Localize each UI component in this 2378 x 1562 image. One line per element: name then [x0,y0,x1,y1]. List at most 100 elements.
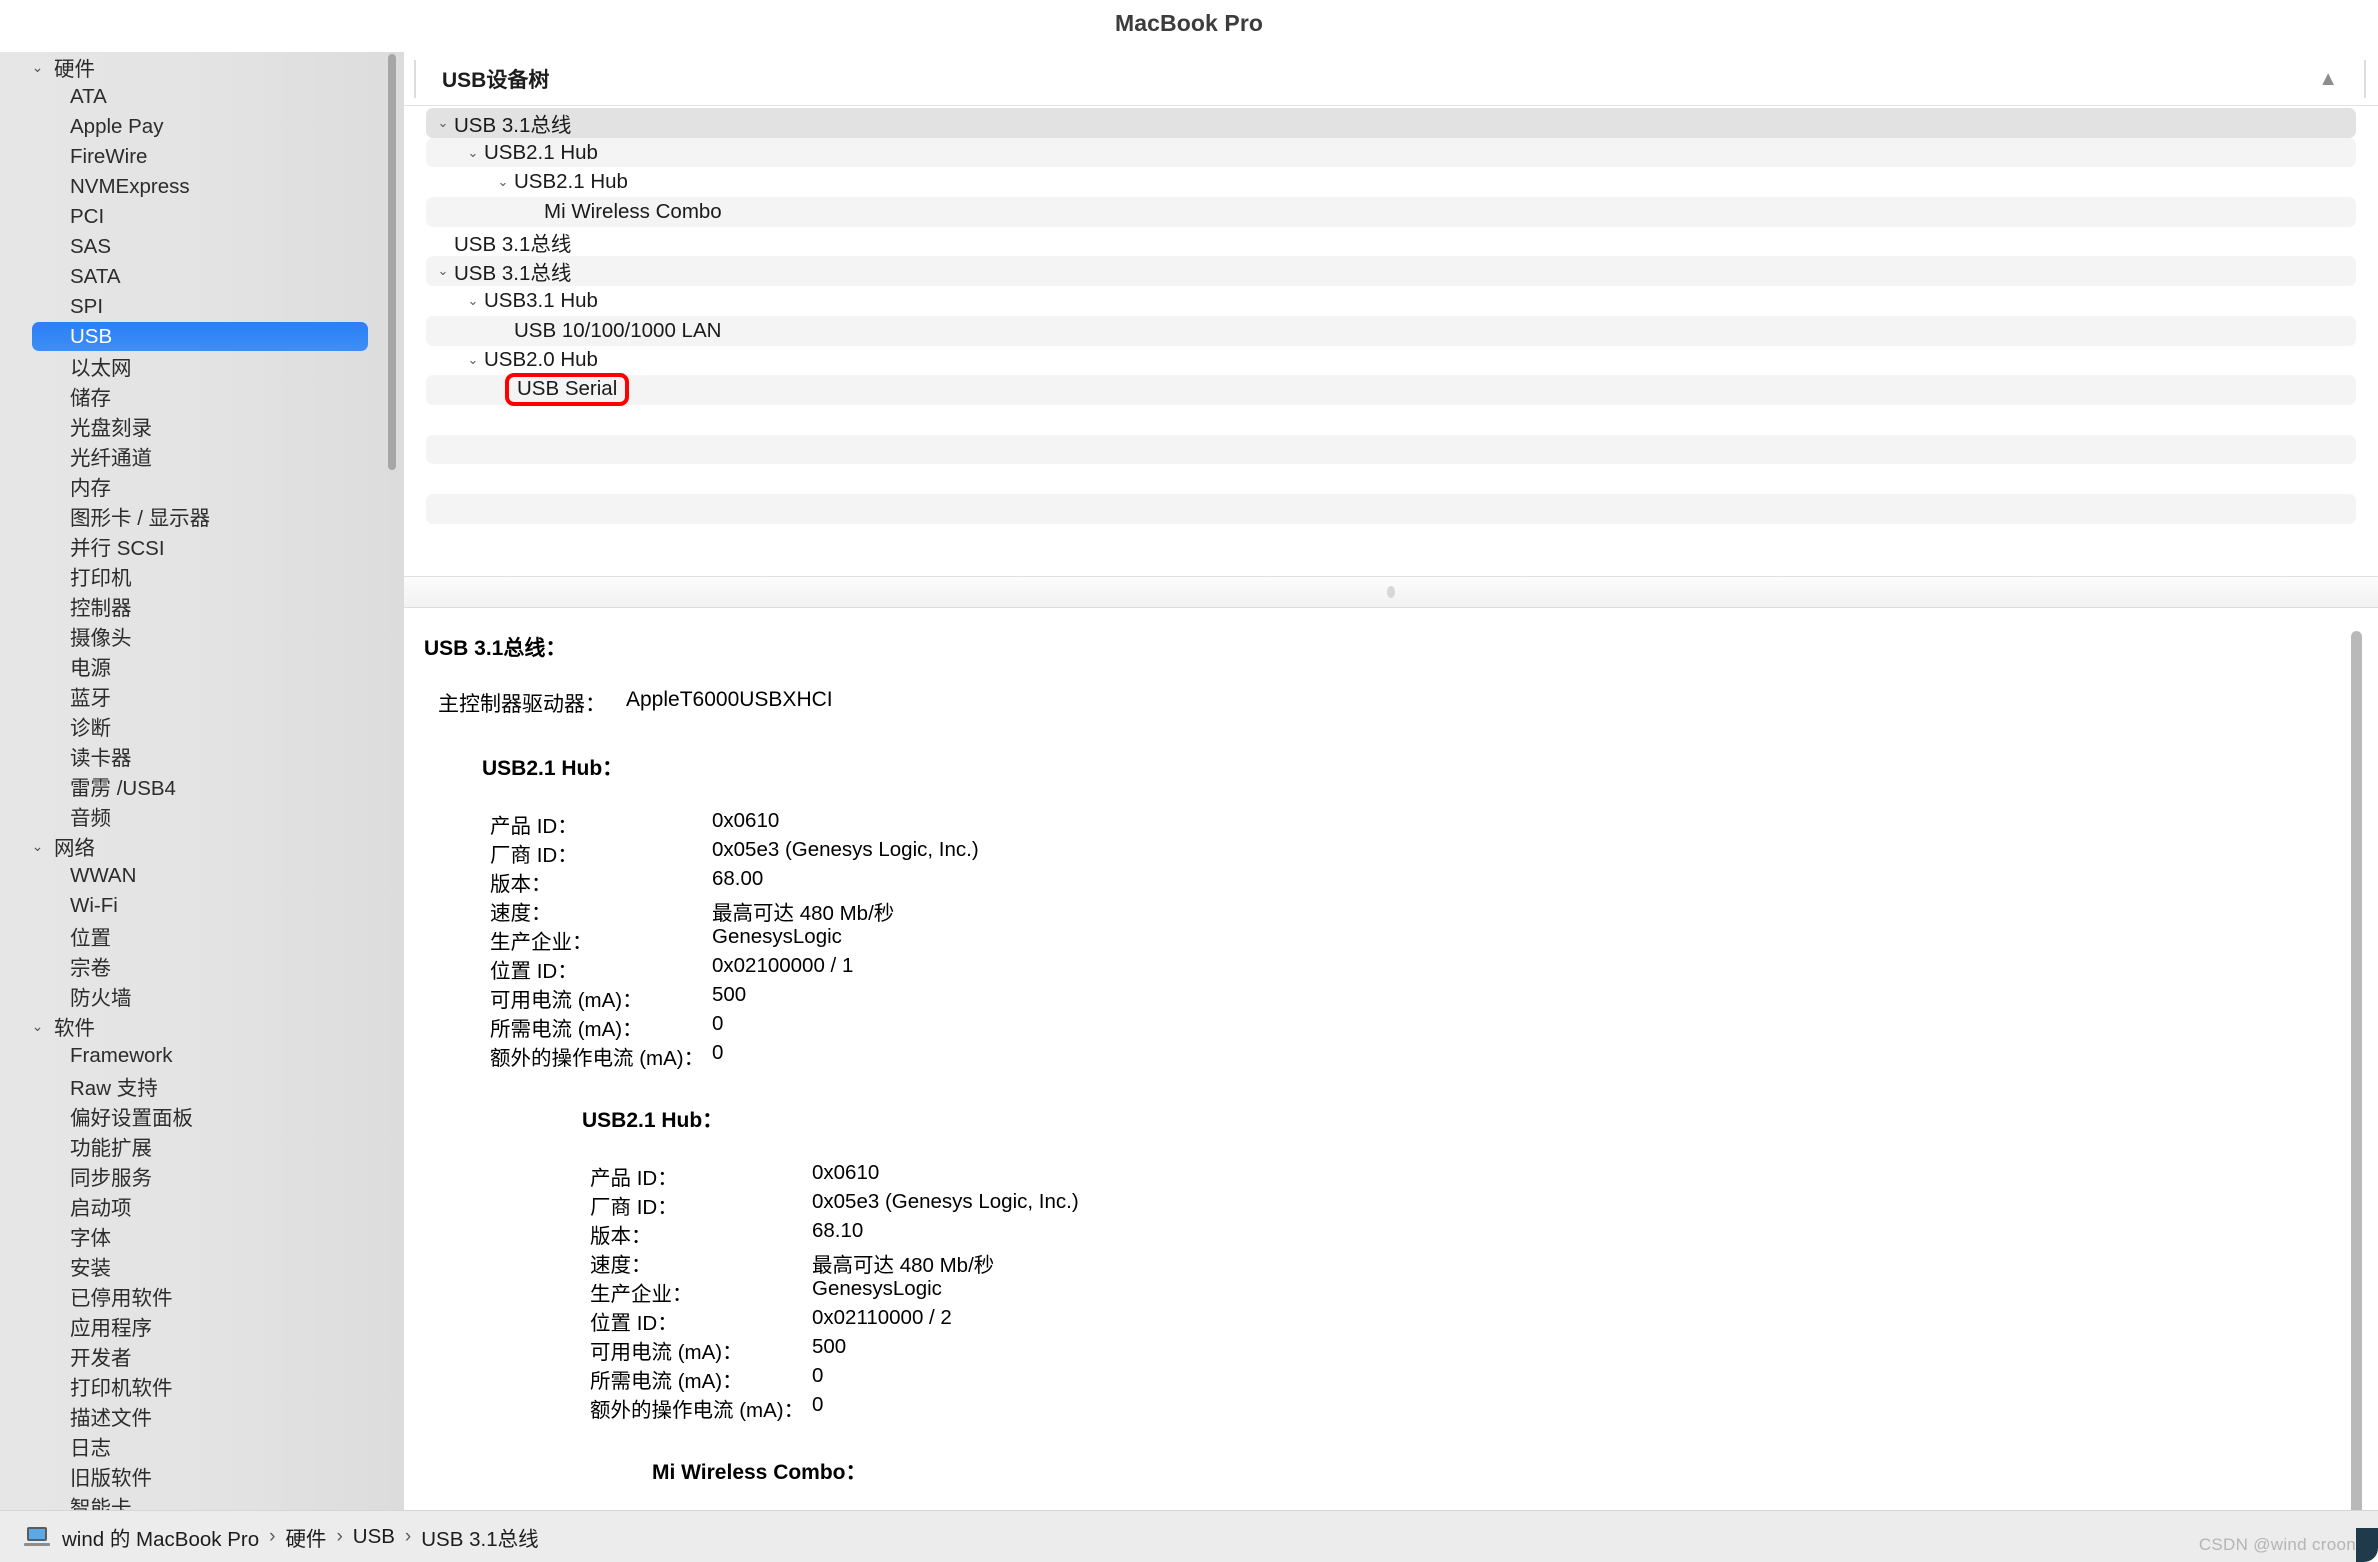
tree-row[interactable]: ⌄ USB3.1 Hub [426,286,2356,316]
detail-property-row: 所需电流 (mA)： 0 [490,1012,2378,1041]
sidebar-item-[interactable]: 偏好设置面板 [0,1101,404,1131]
sidebar-item-wwan[interactable]: WWAN [0,861,404,891]
sidebar-item-apple-pay[interactable]: Apple Pay [0,112,404,142]
sidebar-item-[interactable]: 诊断 [0,711,404,741]
chevron-up-icon[interactable]: ▲ [2318,69,2338,89]
sidebar-item-firewire[interactable]: FireWire [0,142,404,172]
detail-property-value: 0x0610 [812,1161,880,1184]
tree-row[interactable]: ⌄ USB2.1 Hub [426,137,2356,168]
sidebar-item-[interactable]: 打印机软件 [0,1371,404,1401]
sidebar-item-[interactable]: 防火墙 [0,981,404,1011]
sidebar-item-raw[interactable]: Raw 支持 [0,1071,404,1101]
sidebar-item-[interactable]: 读卡器 [0,741,404,771]
sidebar-item-[interactable]: 功能扩展 [0,1131,404,1161]
sidebar-item-nvmexpress[interactable]: NVMExpress [0,172,404,202]
detail-property-value: 68.00 [712,867,764,890]
detail-host-controller-key: 主控制器驱动器： [438,693,606,716]
sidebar-item-[interactable]: 开发者 [0,1341,404,1371]
tree-row[interactable]: Mi Wireless Combo [426,197,2356,227]
sidebar-item-[interactable]: 储存 [0,381,404,411]
breadcrumb-item[interactable]: USB 3.1总线 [421,1522,538,1552]
chevron-down-icon[interactable]: ⌄ [462,145,484,161]
sidebar-group-0[interactable]: ⌄ 硬件 [0,52,404,82]
sidebar-group-1[interactable]: ⌄ 网络 [0,831,404,861]
sidebar-item-[interactable]: 光盘刻录 [0,411,404,441]
macbook-icon [24,1527,50,1546]
tree-row[interactable]: USB 3.1总线 [426,227,2356,257]
chevron-down-icon[interactable]: ⌄ [462,352,484,368]
sidebar-item-[interactable]: 启动项 [0,1191,404,1221]
sidebar-item-[interactable]: 内存 [0,471,404,501]
sidebar-item-sas[interactable]: SAS [0,232,404,262]
sidebar-item-[interactable]: 摄像头 [0,621,404,651]
detail-property-row: 版本： 68.10 [590,1219,2378,1248]
tree-row[interactable]: USB 10/100/1000 LAN [426,315,2356,346]
pane-splitter[interactable] [404,576,2378,608]
sidebar-item-ata[interactable]: ATA [0,82,404,112]
sidebar-item-[interactable]: 电源 [0,651,404,681]
detail-property-value: 最高可达 480 Mb/秒 [812,1254,995,1277]
chevron-down-icon[interactable]: ⌄ [432,263,454,279]
chevron-down-icon[interactable]: ⌄ [28,1018,47,1035]
sidebar-item-framework[interactable]: Framework [0,1041,404,1071]
sidebar-item-[interactable]: 打印机 [0,561,404,591]
breadcrumb-item[interactable]: USB [353,1525,395,1549]
breadcrumb-bar: wind 的 MacBook Pro › 硬件 › USB › USB 3.1总线 CSDN… [0,1510,2378,1562]
sidebar-item-label: 以太网 [70,357,132,380]
sidebar-item-scsi[interactable]: 并行 SCSI [0,531,404,561]
detail-block: USB2.1 Hub： 产品 ID： 0x0610 厂商 ID： 0x05e3 (Gen… [582,1104,2378,1422]
window-title: MacBook Pro [1114,10,1264,36]
tree-row[interactable]: ⌄ USB2.1 Hub [426,167,2356,197]
sidebar-item-[interactable]: 图形卡 / 显示器 [0,501,404,531]
sidebar-group-2[interactable]: ⌄ 软件 [0,1011,404,1041]
sidebar-item-[interactable]: 以太网 [0,351,404,381]
sidebar-item-[interactable]: 宗卷 [0,951,404,981]
sidebar-item-label: ATA [70,85,107,108]
chevron-down-icon[interactable]: ⌄ [28,838,47,855]
sidebar-item-[interactable]: 字体 [0,1221,404,1251]
sidebar-item-[interactable]: 蓝牙 [0,681,404,711]
sidebar-item-[interactable]: 光纤通道 [0,441,404,471]
sidebar-item-[interactable]: 同步服务 [0,1161,404,1191]
detail-property-value: 0x0610 [712,809,780,832]
sidebar-item-label: PCI [70,205,105,228]
chevron-down-icon[interactable]: ⌄ [492,174,514,190]
breadcrumb-item[interactable]: wind 的 MacBook Pro [62,1522,259,1552]
breadcrumb-item[interactable]: 硬件 [285,1522,326,1552]
sidebar-item-[interactable]: 音频 [0,801,404,831]
sidebar-item-label: SPI [70,295,104,318]
chevron-down-icon[interactable]: ⌄ [462,293,484,309]
sidebar-item-spi[interactable]: SPI [0,292,404,322]
sidebar-item-[interactable]: 安装 [0,1251,404,1281]
header-left-divider [414,59,416,98]
sidebar-item-[interactable]: 应用程序 [0,1311,404,1341]
sidebar-item-pci[interactable]: PCI [0,202,404,232]
sidebar-item-usb[interactable]: USB [32,322,368,351]
tree-row-empty [426,493,2356,524]
sidebar-item-[interactable]: 旧版软件 [0,1461,404,1491]
sidebar-item-label: 旧版软件 [70,1467,152,1490]
tree-row[interactable]: ⌄ USB2.0 Hub [426,346,2356,376]
tree-row[interactable]: ⌄ USB 3.1总线 [426,256,2356,287]
detail-property-value: 0x02110000 / 2 [812,1306,952,1329]
sidebar-scrollbar[interactable] [388,54,396,470]
sidebar-item-usb4[interactable]: 雷雳 /USB4 [0,771,404,801]
chevron-down-icon[interactable]: ⌄ [28,59,47,76]
sidebar-item-label: 同步服务 [70,1167,152,1190]
chevron-down-icon[interactable]: ⌄ [432,115,454,131]
sidebar-item-[interactable]: 已停用软件 [0,1281,404,1311]
sidebar-item-[interactable]: 控制器 [0,591,404,621]
sidebar-item-sata[interactable]: SATA [0,262,404,292]
tree-row[interactable]: ⌄ USB 3.1总线 [426,108,2356,138]
sidebar-item-[interactable]: 描述文件 [0,1401,404,1431]
detail-scrollbar[interactable] [2351,631,2362,1510]
tree-row-label: USB 3.1总线 [454,232,572,256]
system-information-window: MacBook Pro ⌄ 硬件 ATA Apple Pay FireWire NVMEx… [0,0,2378,1562]
sidebar-item-[interactable]: 日志 [0,1431,404,1461]
splitter-handle[interactable] [1387,586,1395,598]
sidebar-item-wi-fi[interactable]: Wi-Fi [0,891,404,921]
sidebar-item-label: 打印机软件 [70,1377,173,1400]
tree-row[interactable]: USB Serial [426,373,2356,406]
sidebar-item-[interactable]: 位置 [0,921,404,951]
sidebar-item-label: 图形卡 / 显示器 [70,507,211,530]
